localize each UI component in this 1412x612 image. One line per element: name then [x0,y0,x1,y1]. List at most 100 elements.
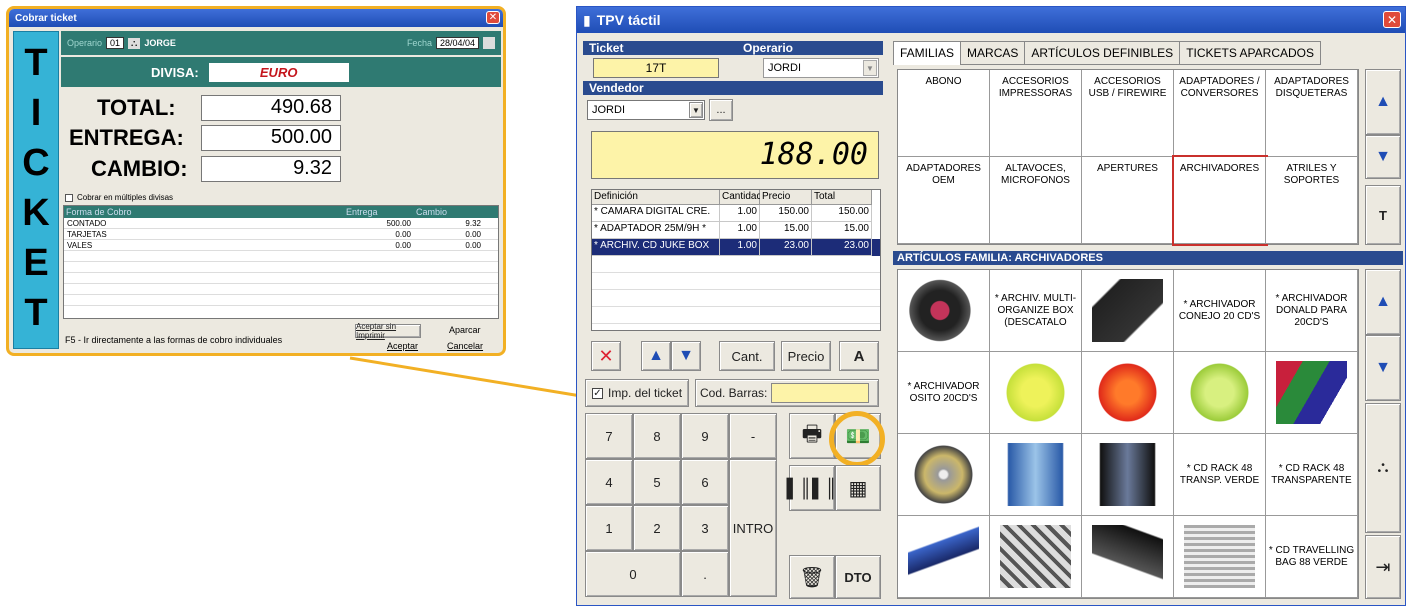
key-5[interactable]: 5 [633,459,681,505]
cantidad-button[interactable]: Cant. [719,341,775,371]
tpv-close-button[interactable]: ✕ [1383,11,1401,28]
barcode-label: Cod. Barras: [700,386,768,400]
family-abono[interactable]: ABONO [898,70,990,157]
article-cell[interactable] [990,352,1082,434]
key-3[interactable]: 3 [681,505,729,551]
operario-label-main: Operario [743,41,794,55]
article-label: * CD RACK 48 TRANSP. VERDE [1179,462,1260,486]
up-arrow-icon: ▲ [648,347,664,364]
article-cell[interactable]: * ARCHIVADOR OSITO 20CD'S [898,352,990,434]
article-cell[interactable] [898,434,990,516]
article-image [907,524,980,589]
article-image [1091,278,1164,343]
article-label: * ARCHIVADOR OSITO 20CD'S [907,380,980,404]
article-cell[interactable] [1082,516,1174,598]
imprimir-ticket-label: Imp. del ticket [608,386,683,400]
article-cell[interactable] [898,270,990,352]
article-cell[interactable]: * CD RACK 48 TRANSPARENTE [1266,434,1358,516]
barcode-input[interactable] [771,383,870,403]
article-cell[interactable]: * CD RACK 48 TRANSP. VERDE [1174,434,1266,516]
move-down-button[interactable]: ▼ [671,341,701,371]
ticket-line-row[interactable]: * ADAPTADOR 25M/9H * 1.00 15.00 15.00 [592,222,880,239]
exit-button[interactable]: ⇥ [1365,535,1401,599]
family-adaptadores-conversores[interactable]: ADAPTADORES / CONVERSORES [1174,70,1266,157]
family-accesorios-impressoras[interactable]: ACCESORIOS IMPRESSORAS [990,70,1082,157]
tab-tickets-aparcados[interactable]: TICKETS APARCADOS [1179,41,1322,65]
binoculars-icon: ⛬ [1377,459,1389,476]
family-adaptadores-oem[interactable]: ADAPTADORES OEM [898,157,990,244]
imprimir-ticket-checkbox[interactable]: ✓ [592,387,603,399]
key-4[interactable]: 4 [585,459,633,505]
key-dot[interactable]: . [681,551,729,597]
t-button[interactable]: T [1365,185,1401,245]
vendedor-search-button[interactable]: ... [709,99,733,121]
key-8[interactable]: 8 [633,413,681,459]
article-cell[interactable]: * ARCHIV. MULTI-ORGANIZE BOX (DESCATALO [990,270,1082,352]
operario-dropdown-icon[interactable]: ▼ [863,60,877,76]
key-2[interactable]: 2 [633,505,681,551]
ticket-line-row[interactable]: * ARCHIV. CD JUKE BOX 1.00 23.00 23.00 [592,239,880,256]
line-cell-total: 23.00 [812,239,872,256]
tab-familias[interactable]: FAMILIAS [893,41,962,65]
article-image [1091,360,1164,425]
article-image [999,442,1072,507]
article-cell[interactable] [1082,270,1174,352]
key-minus[interactable]: - [729,413,777,459]
article-cell[interactable]: * ARCHIVADOR CONEJO 20 CD'S [1174,270,1266,352]
search-articles-button[interactable]: ⛬ [1365,403,1401,533]
key-0[interactable]: 0 [585,551,681,597]
article-cell[interactable] [1082,434,1174,516]
col-cantidad: Cantidad [720,190,762,205]
operario-field[interactable]: JORDI [763,58,879,78]
article-cell[interactable] [1174,516,1266,598]
tpv-titlebar: ▮ TPV táctil ✕ [577,7,1405,33]
family-scroll-up[interactable]: ▲ [1365,69,1401,135]
articles-scroll-down[interactable]: ▼ [1365,335,1401,401]
key-1[interactable]: 1 [585,505,633,551]
barcode-button[interactable]: ▌║▌║ [787,465,838,511]
trash-button[interactable]: 🗑 [789,555,835,599]
tab-marcas[interactable]: MARCAS [960,41,1026,65]
exit-door-icon: ⇥ [1375,556,1391,577]
article-image [907,278,980,343]
vendedor-field[interactable]: JORDI [587,100,705,120]
ticket-field[interactable]: 17T [593,58,719,78]
move-up-button[interactable]: ▲ [641,341,671,371]
family-apertures[interactable]: APERTURES [1082,157,1174,244]
line-cell-def: * ADAPTADOR 25M/9H * [592,222,720,239]
article-image [1183,360,1256,425]
tab-art-culos-definibles[interactable]: ARTÍCULOS DEFINIBLES [1024,41,1181,65]
family-archivadores[interactable]: ARCHIVADORES [1172,155,1268,246]
line-cell-qty: 1.00 [720,222,760,239]
article-cell[interactable]: * CD TRAVELLING BAG 88 VERDE [1266,516,1358,598]
trash-icon: 🗑 [799,566,825,589]
ticket-line-row[interactable]: * CAMARA DIGITAL CRE. 1.00 150.00 150.00 [592,205,880,222]
family-accesorios-usb-firewire[interactable]: ACCESORIOS USB / FIREWIRE [1082,70,1174,157]
imprimir-ticket-option[interactable]: ✓ Imp. del ticket [585,379,689,407]
family-altavoces-microfonos[interactable]: ALTAVOCES, MICROFONOS [990,157,1082,244]
article-cell[interactable]: * ARCHIVADOR DONALD PARA 20CD'S [1266,270,1358,352]
delete-line-button[interactable]: ✕ [591,341,621,371]
cash-register-button[interactable]: ▦ [835,465,881,511]
family-scroll-down[interactable]: ▼ [1365,135,1401,179]
ticket-label: Ticket [589,41,624,55]
article-cell[interactable] [898,516,990,598]
vendedor-dropdown-icon[interactable]: ▼ [689,102,703,118]
family-adaptadores-disqueteras[interactable]: ADAPTADORES DISQUETERAS [1266,70,1358,157]
articles-scroll-up[interactable]: ▲ [1365,269,1401,335]
ticket-line-empty [592,290,880,307]
article-cell[interactable] [990,434,1082,516]
line-cell-def: * CAMARA DIGITAL CRE. [592,205,720,222]
intro-key[interactable]: INTRO [729,459,777,597]
family-atriles-y-soportes[interactable]: ATRILES Y SOPORTES [1266,157,1358,244]
a-button[interactable]: A [839,341,879,371]
precio-button[interactable]: Precio [781,341,831,371]
key-9[interactable]: 9 [681,413,729,459]
article-cell[interactable] [1266,352,1358,434]
article-cell[interactable] [1174,352,1266,434]
article-cell[interactable] [1082,352,1174,434]
article-cell[interactable] [990,516,1082,598]
dto-button[interactable]: DTO [835,555,881,599]
key-6[interactable]: 6 [681,459,729,505]
key-7[interactable]: 7 [585,413,633,459]
